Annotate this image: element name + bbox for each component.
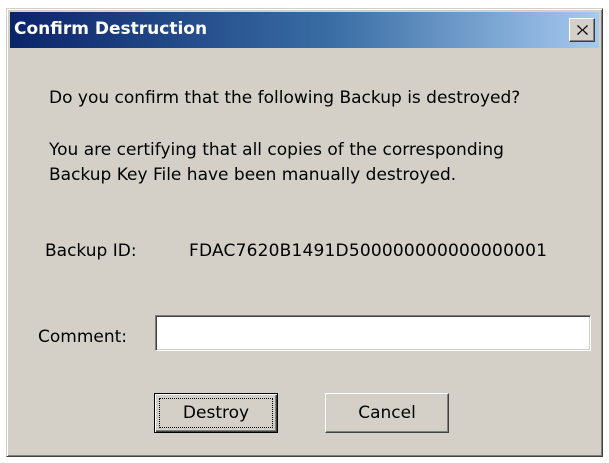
title-bar[interactable]: Confirm Destruction [10,12,599,48]
backup-id-label: Backup ID: [45,241,137,261]
confirm-question: Do you confirm that the following Backup… [49,88,521,108]
confirm-destruction-dialog: Confirm Destruction Do you confirm that … [6,8,603,457]
cancel-button[interactable]: Cancel [325,393,449,433]
certify-line-2: Backup Key File have been manually destr… [49,165,457,185]
cancel-button-label: Cancel [358,403,416,423]
certify-message: You are certifying that all copies of th… [49,138,504,188]
certify-line-1: You are certifying that all copies of th… [49,140,504,160]
destroy-button[interactable]: Destroy [154,393,278,433]
destroy-button-label: Destroy [182,403,250,423]
comment-label: Comment: [38,327,128,347]
comment-input[interactable] [155,315,591,351]
close-button[interactable] [569,18,595,42]
close-icon [577,25,588,35]
dialog-title: Confirm Destruction [14,19,208,39]
backup-id-value: FDAC7620B1491D500000000000000001 [189,241,548,261]
